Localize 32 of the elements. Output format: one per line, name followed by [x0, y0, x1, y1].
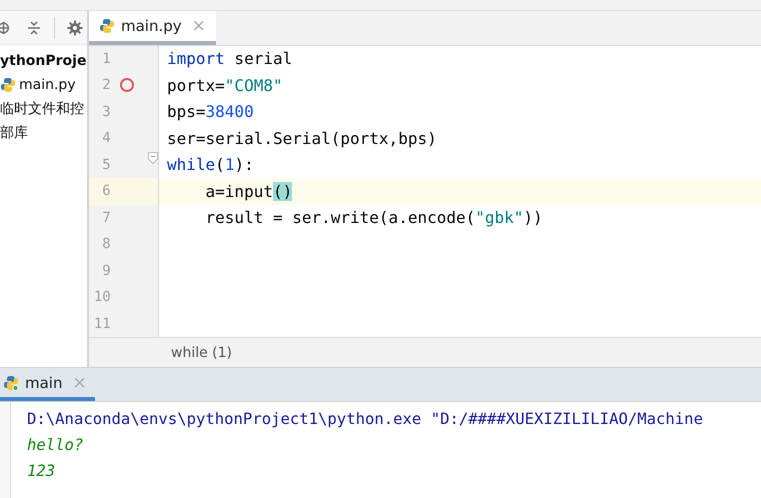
code-line: while(1):	[167, 155, 254, 174]
tree-item[interactable]: 部库	[0, 124, 28, 142]
line-number: 2	[101, 77, 111, 94]
python-file-icon	[0, 77, 16, 93]
fold-icon[interactable]	[148, 152, 158, 164]
tree-item[interactable]: ythonProje	[0, 53, 86, 69]
line-number: 1	[101, 50, 111, 67]
file-tab[interactable]: main.py ×	[89, 11, 216, 45]
code-line: bps=38400	[167, 102, 254, 122]
code-line: import serial	[167, 49, 292, 68]
line-number: 4	[101, 130, 111, 146]
breadcrumb[interactable]: while (1)	[171, 344, 232, 361]
line-number: 10	[92, 289, 111, 306]
python-file-icon	[99, 18, 115, 34]
line-number: 8	[101, 236, 111, 252]
collapse-icon[interactable]	[26, 20, 42, 36]
python-run-icon	[3, 374, 19, 390]
line-number: 7	[101, 210, 111, 226]
line-number: 3	[101, 104, 111, 120]
line-number: 6	[101, 183, 111, 200]
tree-item[interactable]: main.py	[19, 77, 76, 93]
console-output: D:\Anaconda\envs\pythonProject1\python.exe "D:/####XUEXIZILILIAO/Machine hello? 123	[26, 409, 703, 482]
line-number: 9	[101, 262, 111, 279]
breakpoint-icon[interactable]	[120, 78, 134, 92]
settings-icon[interactable]	[67, 20, 83, 36]
code-line: ser=serial.Serial(portx,bps)	[167, 128, 437, 148]
line-number: 5	[101, 156, 111, 173]
line-number: 11	[92, 316, 111, 332]
tree-item[interactable]: 临时文件和控	[0, 100, 84, 118]
code-line: portx="COM8"	[167, 76, 283, 95]
code-line: a=input()	[204, 182, 292, 201]
code-line: result = ser.write(a.encode("gbk"))	[204, 208, 543, 228]
